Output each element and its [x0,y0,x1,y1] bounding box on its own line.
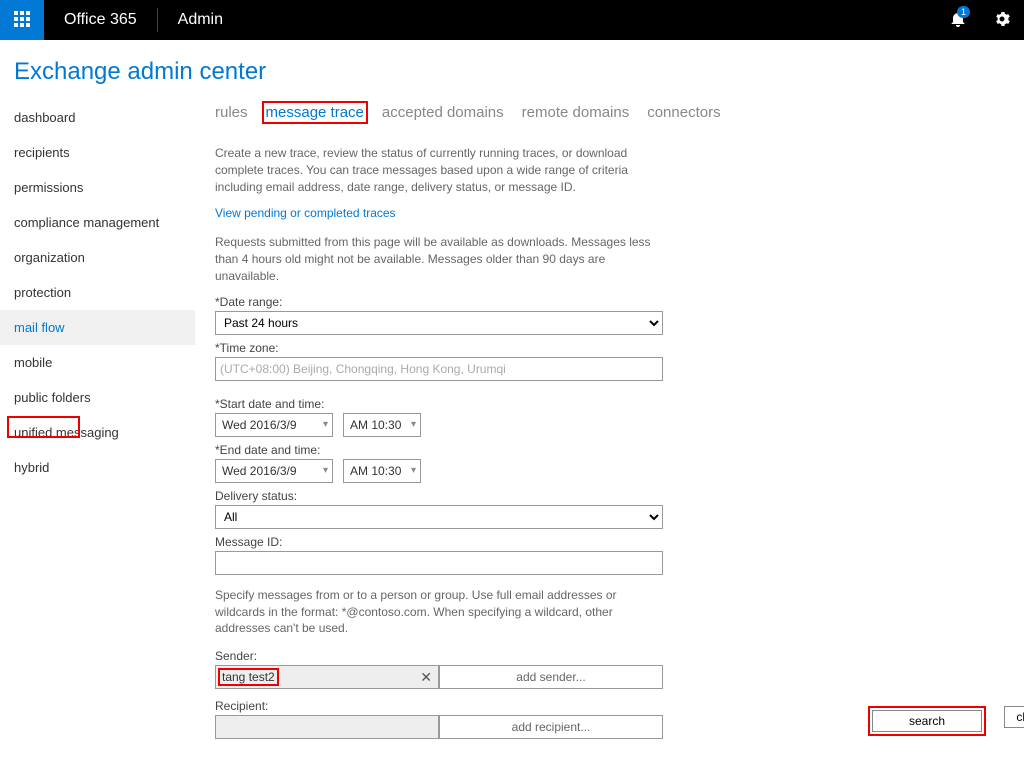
app-name-label: Admin [158,11,243,29]
delivery-status-select[interactable]: All [215,505,663,529]
end-date-select[interactable]: Wed 2016/3/9▾ [215,459,333,483]
highlight-box: search [868,706,986,736]
sidebar-item-mail-flow[interactable]: mail flow [0,310,195,345]
sidebar-item-unified-messaging[interactable]: unified messaging [0,415,195,450]
clear-button[interactable]: cle [1004,706,1024,728]
sidebar-item-dashboard[interactable]: dashboard [0,100,195,135]
tab-connectors[interactable]: connectors [647,104,720,121]
availability-note: Requests submitted from this page will b… [215,234,655,284]
message-id-label: Message ID: [215,535,1014,549]
sidebar-item-public-folders[interactable]: public folders [0,380,195,415]
end-datetime-label: *End date and time: [215,443,1014,457]
chevron-down-icon: ▾ [411,419,416,430]
message-id-input[interactable] [215,551,663,575]
chevron-down-icon: ▾ [323,419,328,430]
timezone-label: *Time zone: [215,341,1014,355]
start-time-select[interactable]: AM 10:30▾ [343,413,421,437]
add-sender-button[interactable]: add sender... [439,665,663,689]
start-date-select[interactable]: Wed 2016/3/9▾ [215,413,333,437]
sidebar-item-hybrid[interactable]: hybrid [0,450,195,485]
footer-buttons: search cle [868,706,1024,736]
pending-traces-link[interactable]: View pending or completed traces [215,206,396,220]
sidebar-item-compliance[interactable]: compliance management [0,205,195,240]
chevron-down-icon: ▾ [323,465,328,476]
app-launcher-button[interactable] [0,0,44,40]
add-recipient-button[interactable]: add recipient... [439,715,663,739]
tab-rules[interactable]: rules [215,104,248,121]
tabs: rules message trace accepted domains rem… [215,96,1014,145]
intro-text: Create a new trace, review the status of… [215,145,655,195]
date-range-select[interactable]: Past 24 hours [215,311,663,335]
sidebar-item-permissions[interactable]: permissions [0,170,195,205]
timezone-select[interactable]: (UTC+08:00) Beijing, Chongqing, Hong Kon… [215,357,663,381]
settings-button[interactable] [980,0,1024,40]
sidebar: dashboard recipients permissions complia… [0,96,195,763]
page-title: Exchange admin center [0,40,1024,96]
chevron-down-icon: ▾ [411,465,416,476]
tab-message-trace[interactable]: message trace [266,104,364,121]
main-content: rules message trace accepted domains rem… [195,96,1024,763]
date-range-label: *Date range: [215,295,1014,309]
start-datetime-label: *Start date and time: [215,397,1014,411]
tab-accepted-domains[interactable]: accepted domains [382,104,504,121]
search-button[interactable]: search [872,710,982,732]
end-time-select[interactable]: AM 10:30▾ [343,459,421,483]
gear-icon [994,11,1010,30]
sender-label: Sender: [215,649,1014,663]
recipient-chip-box[interactable] [215,715,439,739]
clear-sender-button[interactable]: ✕ [420,669,432,686]
delivery-status-label: Delivery status: [215,489,1014,503]
sender-chip-box[interactable]: tang test2 ✕ [215,665,439,689]
specify-note: Specify messages from or to a person or … [215,587,655,637]
brand-label: Office 365 [44,11,157,29]
sidebar-item-recipients[interactable]: recipients [0,135,195,170]
sender-value: tang test2 [218,668,279,686]
waffle-icon [14,11,30,30]
sidebar-item-mobile[interactable]: mobile [0,345,195,380]
topbar: Office 365 Admin 1 [0,0,1024,40]
notifications-button[interactable]: 1 [936,0,980,40]
sidebar-item-protection[interactable]: protection [0,275,195,310]
sidebar-item-organization[interactable]: organization [0,240,195,275]
tab-remote-domains[interactable]: remote domains [522,104,630,121]
notification-badge: 1 [957,6,970,18]
